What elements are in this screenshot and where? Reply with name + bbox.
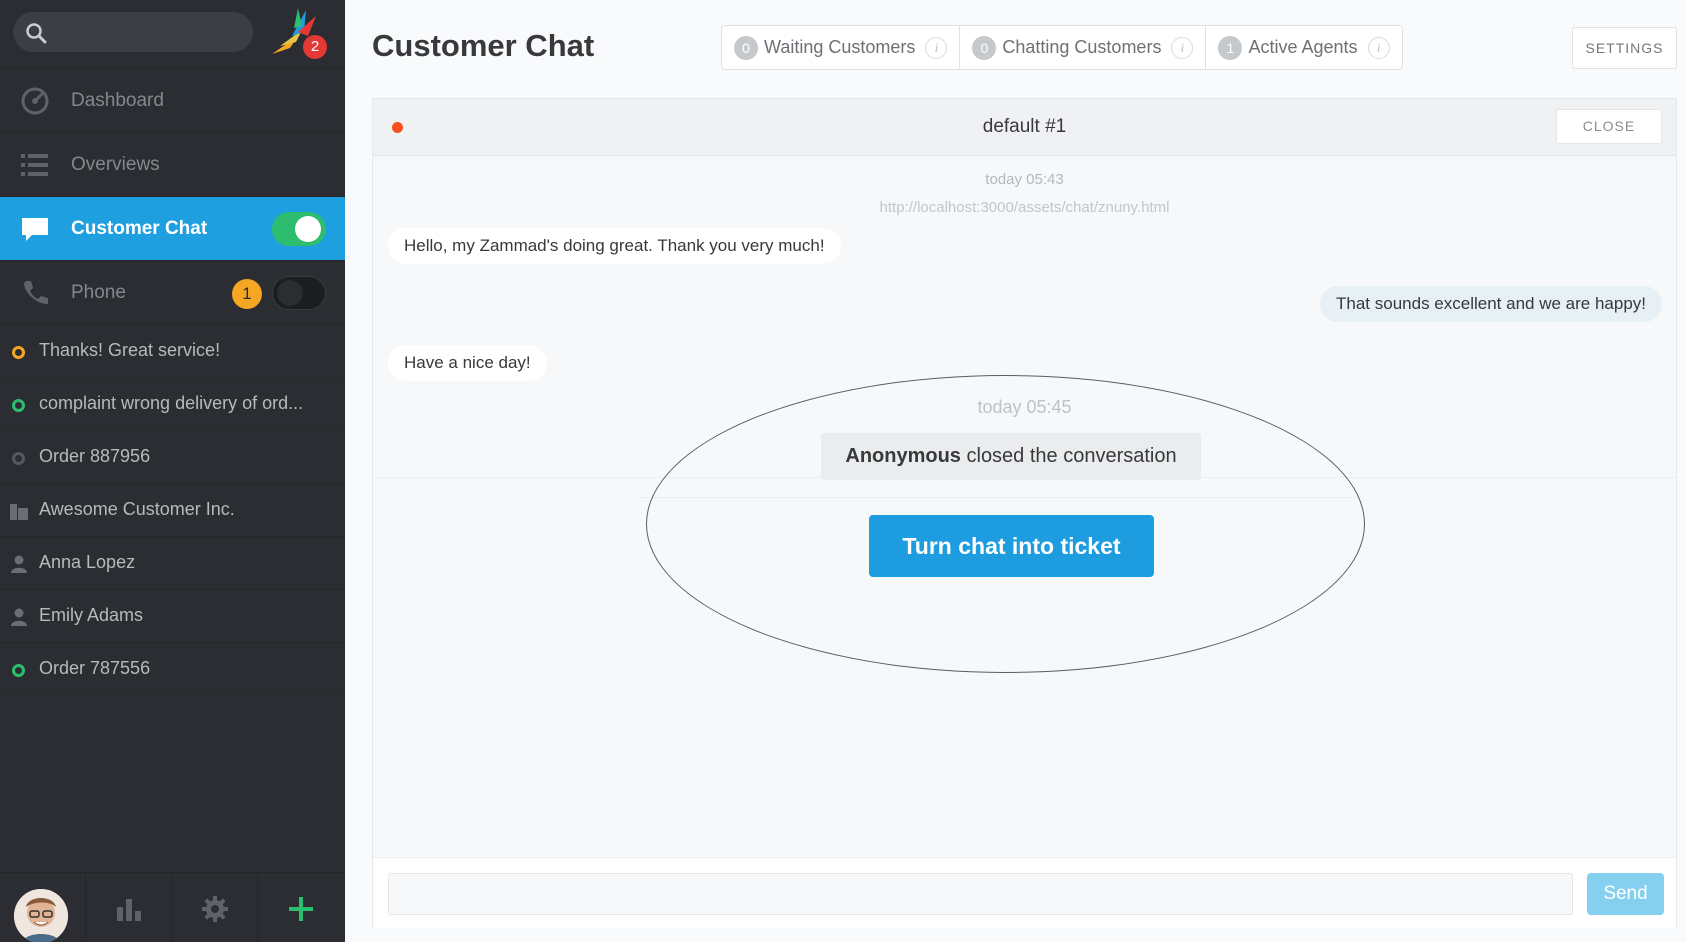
nav-phone[interactable]: Phone 1 [0,260,345,324]
chat-start-timestamp: today 05:43 [985,171,1064,188]
send-button[interactable]: Send [1587,873,1664,915]
stat-active-agents[interactable]: 1 Active Agents i [1206,26,1401,69]
avatar[interactable] [14,889,68,942]
search-icon [26,23,47,44]
bar-chart-icon [117,899,141,921]
nav-dashboard[interactable]: Dashboard [0,68,345,132]
stat-label: Active Agents [1248,37,1358,57]
chat-window: default #1 CLOSE today 05:43 http://loca… [372,98,1677,928]
task-label: Awesome Customer Inc. [39,499,235,519]
closed-timestamp: today 05:45 [977,397,1072,417]
dashboard-icon [21,87,49,115]
task-item[interactable]: Thanks! Great service! [0,324,345,377]
plus-icon [289,897,313,921]
nav-overviews-label: Overviews [71,154,160,175]
avatar-cell[interactable] [0,873,86,942]
task-label: Order 787556 [39,658,151,678]
info-icon[interactable]: i [1171,36,1194,59]
task-item[interactable]: complaint wrong delivery of ord... [0,377,345,430]
task-label: Anna Lopez [39,552,136,572]
chat-name: default #1 [982,116,1067,137]
organization-icon [10,504,28,520]
message-input[interactable] [388,873,1573,915]
stat-label: Waiting Customers [764,37,916,57]
agent-message: That sounds excellent and we are happy! [1320,286,1662,322]
chat-source-url[interactable]: http://localhost:3000/assets/chat/znuny.… [373,199,1676,216]
divider [641,497,1361,498]
settings-gear-button[interactable] [172,873,258,942]
ring-gray-icon [10,449,28,467]
closed-actor: Anonymous [845,445,961,467]
search-input[interactable] [13,12,253,52]
ring-green-icon [10,396,28,414]
task-label: Order 887956 [39,446,151,466]
chat-availability-toggle[interactable] [272,212,326,246]
toggle-knob [295,216,321,242]
chat-composer: Send [373,857,1676,928]
phone-availability-toggle[interactable] [272,276,326,310]
stat-count: 0 [734,35,758,60]
conversation-closed-notice: Anonymous closed the conversation [821,433,1201,480]
task-item[interactable]: Awesome Customer Inc. [0,483,345,536]
gear-icon [202,896,228,922]
task-item[interactable]: Emily Adams [0,589,345,642]
ring-green-icon [10,661,28,679]
ring-orange-icon [10,343,28,361]
turn-chat-into-ticket-button[interactable]: Turn chat into ticket [869,515,1154,577]
nav-phone-label: Phone [71,282,126,303]
nav-overviews[interactable]: Overviews [0,132,345,196]
toggle-knob [277,280,303,306]
stat-label: Chatting Customers [1002,37,1162,57]
info-icon[interactable]: i [1367,36,1390,59]
stat-chatting-customers[interactable]: 0 Chatting Customers i [960,26,1207,69]
task-label: Emily Adams [39,605,144,625]
user-icon [11,608,27,626]
nav-dashboard-label: Dashboard [71,90,164,111]
sidebar-footer [0,872,345,942]
sidebar: 2 Dashboard Overviews Customer Chat Phon… [0,0,345,942]
chat-bubble-icon [22,218,48,241]
task-label: Thanks! Great service! [39,340,221,360]
task-item[interactable]: Anna Lopez [0,536,345,589]
info-icon[interactable]: i [925,36,948,59]
close-chat-button[interactable]: CLOSE [1556,109,1662,144]
phone-count-badge: 1 [232,279,262,309]
list-icon [21,154,48,176]
stat-count: 0 [972,35,997,60]
customer-message: Have a nice day! [388,345,547,381]
chat-header: default #1 CLOSE [373,99,1676,156]
avatar-image [14,889,68,942]
stat-waiting-customers[interactable]: 0 Waiting Customers i [722,26,961,69]
notification-badge[interactable]: 2 [303,35,327,59]
user-icon [11,555,27,573]
task-item[interactable]: Order 787556 [0,642,345,695]
closed-text: closed the conversation [960,445,1177,467]
nav-customer-chat-label: Customer Chat [71,218,208,239]
stat-count: 1 [1218,35,1243,60]
phone-icon [24,281,48,305]
chat-stats-bar: 0 Waiting Customers i 0 Chatting Custome… [721,25,1403,70]
nav-customer-chat[interactable]: Customer Chat [0,196,345,260]
page-title: Customer Chat [372,28,595,63]
customer-message: Hello, my Zammad's doing great. Thank yo… [388,228,841,264]
task-label: complaint wrong delivery of ord... [39,393,304,413]
create-new-button[interactable] [258,873,344,942]
reports-button[interactable] [86,873,172,942]
task-item[interactable]: Order 887956 [0,430,345,483]
settings-button[interactable]: SETTINGS [1572,27,1677,69]
